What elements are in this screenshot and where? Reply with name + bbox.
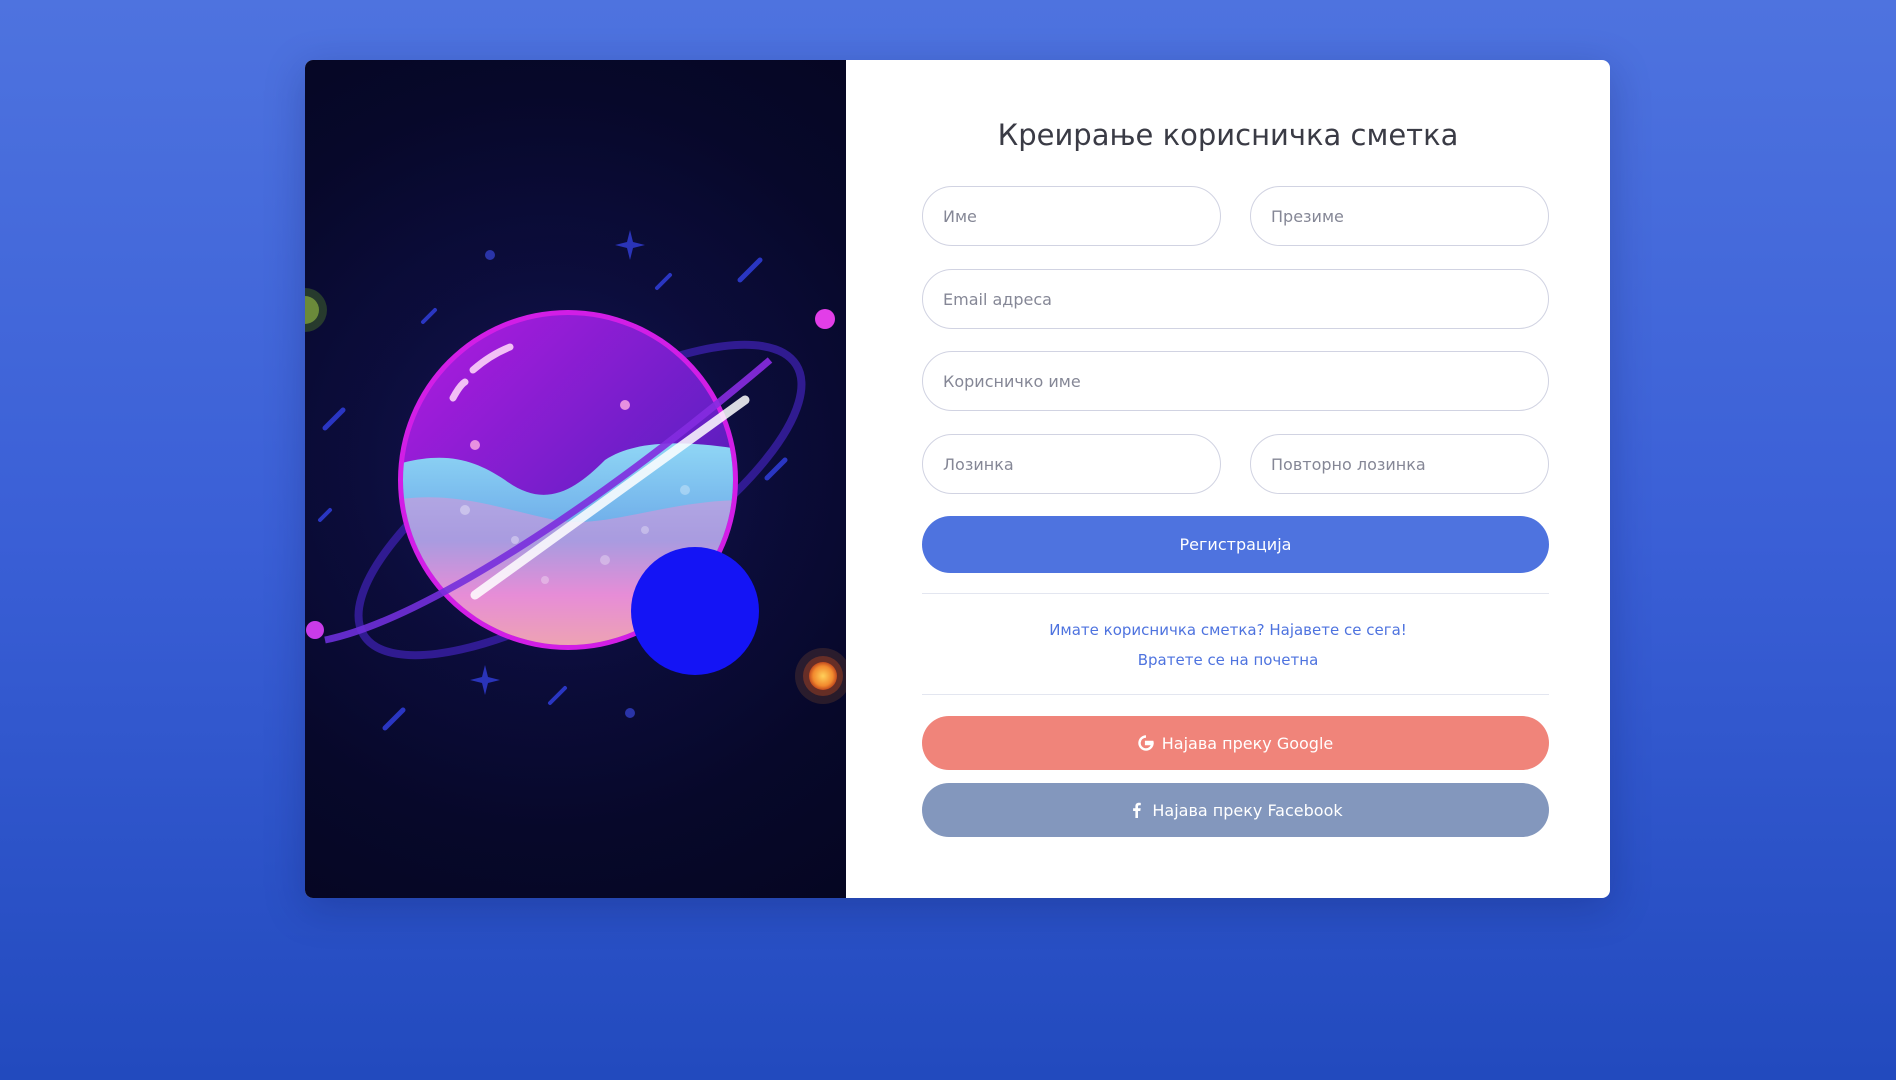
google-login-label: Најава преку Google bbox=[1161, 733, 1334, 753]
register-button[interactable]: Регистрација bbox=[922, 516, 1549, 573]
planet-illustration bbox=[305, 60, 846, 898]
google-icon bbox=[1138, 735, 1154, 751]
divider bbox=[922, 593, 1549, 594]
email-input[interactable] bbox=[922, 269, 1549, 329]
page-title: Креирање корисничка сметка bbox=[997, 118, 1459, 152]
login-link[interactable]: Имате корисничка сметка? Најавете се сег… bbox=[846, 621, 1610, 639]
registration-card: Креирање корисничка сметка Регистрација … bbox=[305, 60, 1610, 898]
last-name-input[interactable] bbox=[1250, 186, 1549, 246]
username-input[interactable] bbox=[922, 351, 1549, 411]
planet-illustration-svg bbox=[305, 220, 846, 740]
first-name-input[interactable] bbox=[922, 186, 1221, 246]
facebook-login-label: Најава преку Facebook bbox=[1152, 800, 1343, 820]
repeat-password-input[interactable] bbox=[1250, 434, 1549, 494]
facebook-login-button[interactable]: Најава преку Facebook bbox=[922, 783, 1549, 837]
home-link[interactable]: Вратете се на почетна bbox=[846, 651, 1610, 669]
registration-form: Креирање корисничка сметка Регистрација … bbox=[846, 60, 1610, 898]
password-input[interactable] bbox=[922, 434, 1221, 494]
divider bbox=[922, 694, 1549, 695]
facebook-icon bbox=[1128, 802, 1144, 818]
google-login-button[interactable]: Најава преку Google bbox=[922, 716, 1549, 770]
